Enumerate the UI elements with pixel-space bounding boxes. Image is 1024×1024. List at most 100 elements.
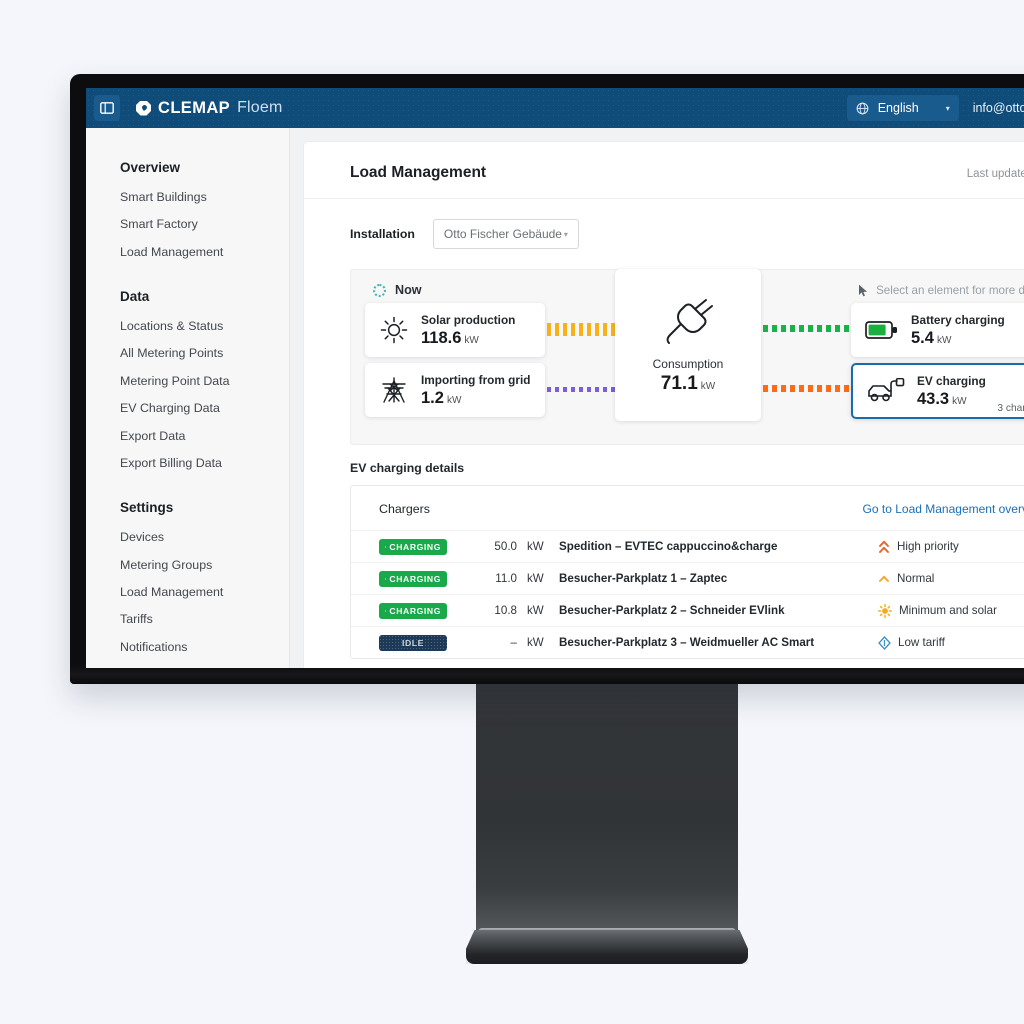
main-region: Load Management Last updated at Installa…	[290, 128, 1024, 668]
sun-icon	[878, 603, 892, 618]
language-selector[interactable]: English ▾	[846, 95, 959, 121]
ev-details-section-title: EV charging details	[350, 461, 465, 475]
content-card: Load Management Last updated at Installa…	[304, 142, 1024, 668]
solar-value-unit: kW	[464, 334, 479, 346]
sidebar-item-notifications[interactable]: Notifications	[120, 639, 289, 656]
sidebar-heading-overview: Overview	[120, 160, 181, 175]
sidebar-item-tariffs[interactable]: Tariffs	[120, 611, 289, 628]
charger-priority: Low tariff	[878, 635, 1024, 650]
app-topbar: CLEMAP Floem English ▾ info@ottofischer.	[86, 88, 1024, 128]
sidebar-item-locations-status[interactable]: Locations & Status	[120, 318, 289, 335]
sidebar-heading-settings: Settings	[120, 500, 174, 516]
table-row[interactable]: CHARGING 10.8 kW Besucher-Parkplatz 2 – …	[351, 594, 1024, 626]
flow-node-battery-value: 5.4 kW	[911, 329, 1005, 349]
sidebar-item-smart-factory[interactable]: Smart Factory	[120, 216, 289, 233]
tariff-diamond-icon	[878, 635, 891, 650]
sidebar-item-load-management-settings[interactable]: Load Management	[120, 584, 289, 601]
user-email[interactable]: info@ottofischer.	[973, 101, 1024, 115]
brand-name: CLEMAP	[158, 98, 231, 117]
brand-logo[interactable]: CLEMAP Floem	[136, 99, 283, 118]
sidebar-heading-data: Data	[120, 289, 150, 305]
go-to-load-management-overview-link[interactable]: Go to Load Management overview	[863, 502, 1024, 516]
ev-chargers-header: Chargers Go to Load Management overview	[351, 486, 1024, 530]
monitor-screen: CLEMAP Floem English ▾ info@ottofischer.	[86, 88, 1024, 668]
charger-power-unit: kW	[527, 540, 544, 553]
ev-value-number: 43.3	[917, 389, 950, 408]
table-row[interactable]: CHARGING 50.0 kW Spedition – EVTEC cappu…	[351, 530, 1024, 562]
ev-chargers-card: Chargers Go to Load Management overview …	[350, 485, 1024, 659]
flow-node-importing-from-grid[interactable]: Importing from grid 1.2 kW	[365, 363, 545, 417]
charger-power-unit: kW	[527, 572, 544, 585]
flow-node-solar-value: 118.6 kW	[421, 329, 515, 349]
screenshot-scene: CLEMAP Floem English ▾ info@ottofischer.	[0, 0, 1024, 1024]
charger-priority: High priority	[878, 540, 1024, 554]
flow-node-solar-production[interactable]: Solar production 118.6 kW	[365, 303, 545, 357]
installation-select[interactable]: Otto Fischer Gebäude ▾	[432, 219, 579, 249]
language-label: English	[877, 101, 919, 115]
table-row[interactable]: CHARGING 11.0 kW Besucher-Parkplatz 1 – …	[351, 562, 1024, 594]
bolt-icon	[385, 545, 387, 548]
flow-line-grid-to-consumption	[547, 387, 617, 392]
flow-node-ev-meta: 3 charging	[997, 403, 1024, 414]
charger-priority-label: Low tariff	[898, 636, 945, 649]
sidebar-item-ev-charging-data[interactable]: EV Charging Data	[120, 400, 289, 417]
solar-value-number: 118.6	[421, 328, 462, 347]
charger-name: Besucher-Parkplatz 3 – Weidmueller AC Sm…	[559, 636, 815, 649]
charger-priority-label: High priority	[897, 540, 959, 553]
status-badge: CHARGING	[379, 570, 447, 587]
installation-value: Otto Fischer Gebäude	[443, 227, 562, 241]
monitor-stand-base	[466, 930, 748, 964]
charger-priority-label: Normal	[897, 572, 935, 585]
last-updated-label: Last updated at	[966, 168, 1024, 180]
status-badge-label: CHARGING	[389, 541, 441, 552]
status-badge-label: CHARGING	[389, 573, 441, 584]
sidebar-item-export-billing-data[interactable]: Export Billing Data	[120, 455, 289, 472]
consumption-value-number: 71.1	[660, 373, 698, 394]
grid-value-number: 1.2	[421, 388, 444, 407]
charger-name: Besucher-Parkplatz 1 – Zaptec	[559, 572, 728, 585]
status-badge-label: IDLE	[402, 637, 424, 648]
sidebar-item-all-metering-points[interactable]: All Metering Points	[120, 345, 289, 362]
sidebar-item-export-data[interactable]: Export Data	[120, 428, 289, 445]
status-badge: CHARGING	[379, 538, 447, 555]
battery-value-unit: kW	[936, 334, 952, 346]
sidebar-item-organizations[interactable]: Organizations	[120, 666, 289, 668]
ev-chargers-title: Chargers	[379, 502, 430, 516]
table-row[interactable]: IDLE – kW Besucher-Parkplatz 3 – Weidmue…	[351, 626, 1024, 658]
flow-node-solar-title: Solar production	[421, 312, 516, 327]
globe-icon	[856, 102, 869, 114]
flow-node-ev-text: EV charging 43.3 kW	[917, 373, 986, 410]
flow-node-battery-charging[interactable]: Battery charging 5.4kW 74%	[851, 303, 1024, 357]
flow-line-solar-to-consumption	[547, 323, 617, 336]
charger-power: 50.0	[494, 540, 517, 553]
panel-layout-icon[interactable]	[94, 95, 120, 121]
installation-row: Installation Otto Fischer Gebäude ▾	[304, 199, 1024, 269]
flow-node-ev-title: EV charging	[917, 373, 986, 388]
flow-line-consumption-to-ev	[763, 385, 851, 392]
charger-priority: Minimum and solar	[878, 603, 1024, 618]
status-badge: IDLE	[379, 634, 447, 651]
sidebar-nav: Overview Smart Buildings Smart Factory L…	[86, 128, 290, 668]
bolt-icon	[385, 577, 387, 580]
battery-icon	[865, 321, 897, 339]
chevron-down-icon: ▾	[563, 229, 568, 239]
sidebar-item-load-management-overview[interactable]: Load Management	[120, 244, 289, 261]
charger-priority-label: Minimum and solar	[899, 604, 997, 617]
flow-node-grid-value: 1.2 kW	[421, 389, 530, 409]
flow-line-consumption-to-battery	[763, 325, 851, 332]
sidebar-item-metering-point-data[interactable]: Metering Point Data	[120, 373, 289, 390]
cursor-icon	[859, 284, 868, 296]
sidebar-item-metering-groups[interactable]: Metering Groups	[120, 557, 289, 574]
consumption-value-unit: kW	[700, 381, 716, 392]
charger-power: –	[510, 636, 517, 649]
chevron-down-icon: ▾	[945, 103, 950, 113]
flow-node-consumption[interactable]: Consumption 71.1 kW	[615, 269, 761, 421]
installation-label: Installation	[350, 227, 415, 241]
status-badge-label: CHARGING	[389, 605, 441, 616]
charger-power-unit: kW	[527, 636, 544, 649]
brand-subname: Floem	[237, 99, 283, 116]
flow-node-grid-title: Importing from grid	[421, 372, 531, 387]
flow-node-ev-charging[interactable]: EV charging 43.3kW 3 charging	[851, 363, 1024, 419]
sidebar-item-smart-buildings[interactable]: Smart Buildings	[120, 189, 289, 206]
sidebar-item-devices[interactable]: Devices	[120, 529, 289, 546]
